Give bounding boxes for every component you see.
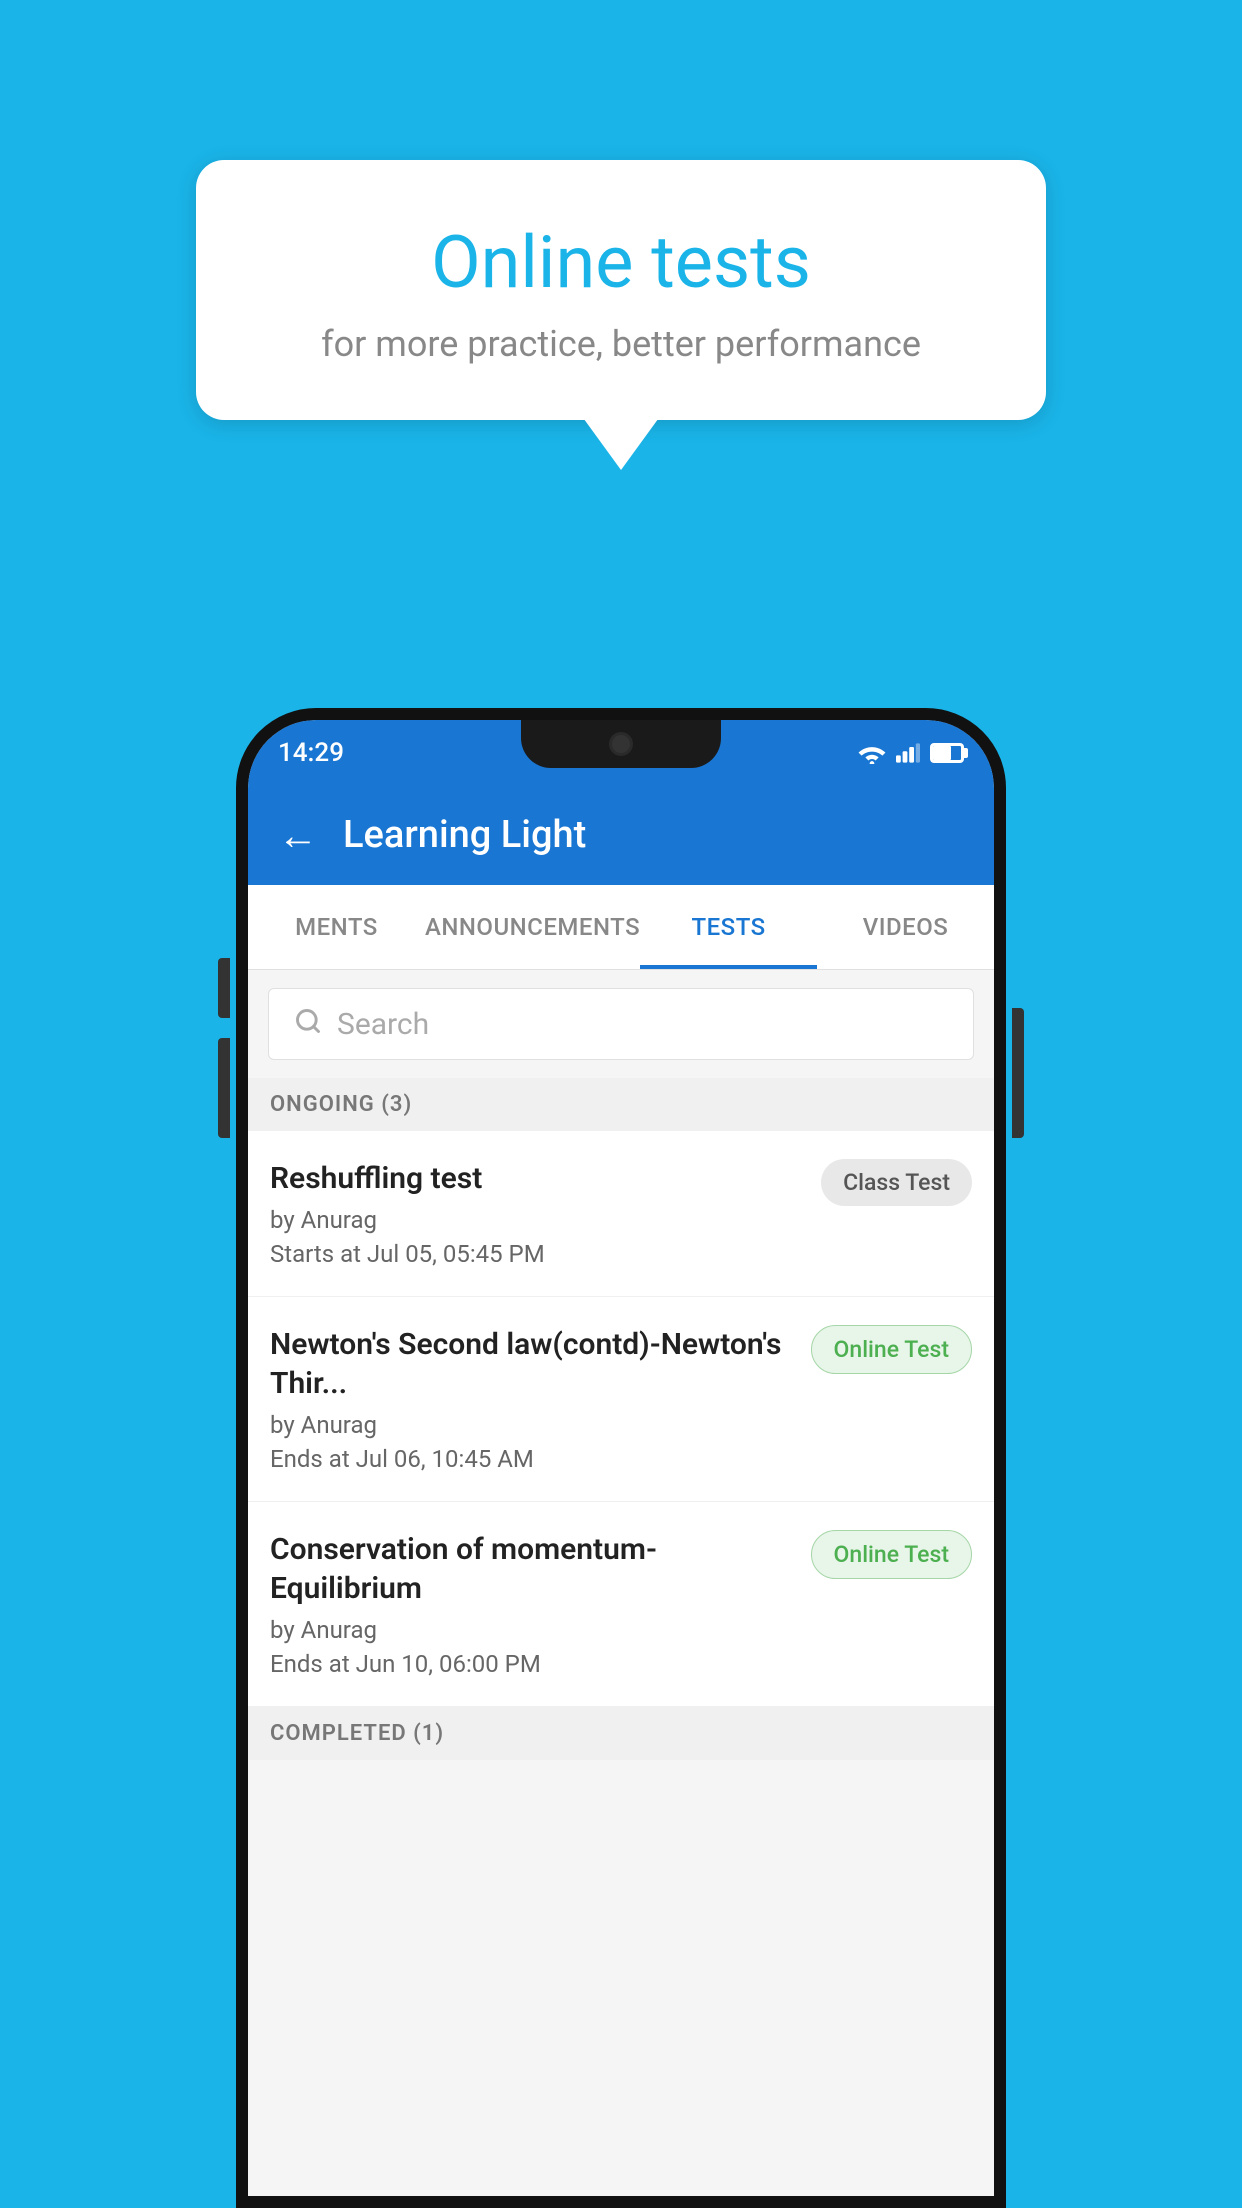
test-info-newtons: Newton's Second law(contd)-Newton's Thir… <box>270 1325 811 1473</box>
phone-screen: 14:29 <box>248 720 994 2196</box>
speech-bubble-area: Online tests for more practice, better p… <box>196 160 1046 420</box>
ongoing-section-header: ONGOING (3) <box>248 1078 994 1131</box>
search-container: Search <box>248 970 994 1078</box>
side-button-volume-down <box>218 1038 230 1138</box>
wifi-icon <box>858 742 886 764</box>
signal-icon <box>896 742 920 764</box>
ongoing-label: ONGOING (3) <box>270 1092 412 1117</box>
app-title: Learning Light <box>343 813 586 857</box>
test-item-reshuffling[interactable]: Reshuffling test by Anurag Starts at Jul… <box>248 1131 994 1297</box>
battery-icon <box>930 743 964 763</box>
test-author-newtons: by Anurag <box>270 1411 791 1439</box>
test-item-conservation[interactable]: Conservation of momentum-Equilibrium by … <box>248 1502 994 1707</box>
side-button-power <box>1012 1008 1024 1138</box>
tab-videos[interactable]: VIDEOS <box>817 885 994 969</box>
test-name-reshuffling: Reshuffling test <box>270 1159 801 1198</box>
phone-frame: 14:29 <box>236 708 1006 2208</box>
status-icons <box>858 742 964 764</box>
completed-section-header: COMPLETED (1) <box>248 1707 994 1760</box>
search-icon <box>294 1005 322 1043</box>
tab-announcements[interactable]: ANNOUNCEMENTS <box>425 885 640 969</box>
phone-frame-wrapper: 14:29 <box>236 708 1006 2208</box>
front-camera <box>609 732 633 756</box>
test-time-reshuffling: Starts at Jul 05, 05:45 PM <box>270 1240 801 1268</box>
test-author-reshuffling: by Anurag <box>270 1206 801 1234</box>
test-info-conservation: Conservation of momentum-Equilibrium by … <box>270 1530 811 1678</box>
search-placeholder: Search <box>337 1007 429 1042</box>
bubble-subtitle: for more practice, better performance <box>266 323 976 365</box>
test-item-newtons[interactable]: Newton's Second law(contd)-Newton's Thir… <box>248 1297 994 1502</box>
side-button-volume-up <box>218 958 230 1018</box>
tabs-bar: MENTS ANNOUNCEMENTS TESTS VIDEOS <box>248 885 994 970</box>
test-time-newtons: Ends at Jul 06, 10:45 AM <box>270 1445 791 1473</box>
badge-online-test-newtons: Online Test <box>811 1325 972 1374</box>
badge-class-test: Class Test <box>821 1159 972 1206</box>
test-time-conservation: Ends at Jun 10, 06:00 PM <box>270 1650 791 1678</box>
back-button[interactable]: ← <box>278 812 318 859</box>
phone-notch <box>521 720 721 768</box>
tab-ments[interactable]: MENTS <box>248 885 425 969</box>
tab-tests[interactable]: TESTS <box>640 885 817 969</box>
speech-bubble: Online tests for more practice, better p… <box>196 160 1046 420</box>
test-name-conservation: Conservation of momentum-Equilibrium <box>270 1530 791 1608</box>
bubble-title: Online tests <box>266 220 976 305</box>
app-bar: ← Learning Light <box>248 785 994 885</box>
test-name-newtons: Newton's Second law(contd)-Newton's Thir… <box>270 1325 791 1403</box>
completed-label: COMPLETED (1) <box>270 1721 444 1746</box>
status-time: 14:29 <box>278 738 344 768</box>
test-author-conservation: by Anurag <box>270 1616 791 1644</box>
test-info-reshuffling: Reshuffling test by Anurag Starts at Jul… <box>270 1159 821 1268</box>
badge-online-test-conservation: Online Test <box>811 1530 972 1579</box>
search-box[interactable]: Search <box>268 988 974 1060</box>
test-list: Reshuffling test by Anurag Starts at Jul… <box>248 1131 994 1707</box>
